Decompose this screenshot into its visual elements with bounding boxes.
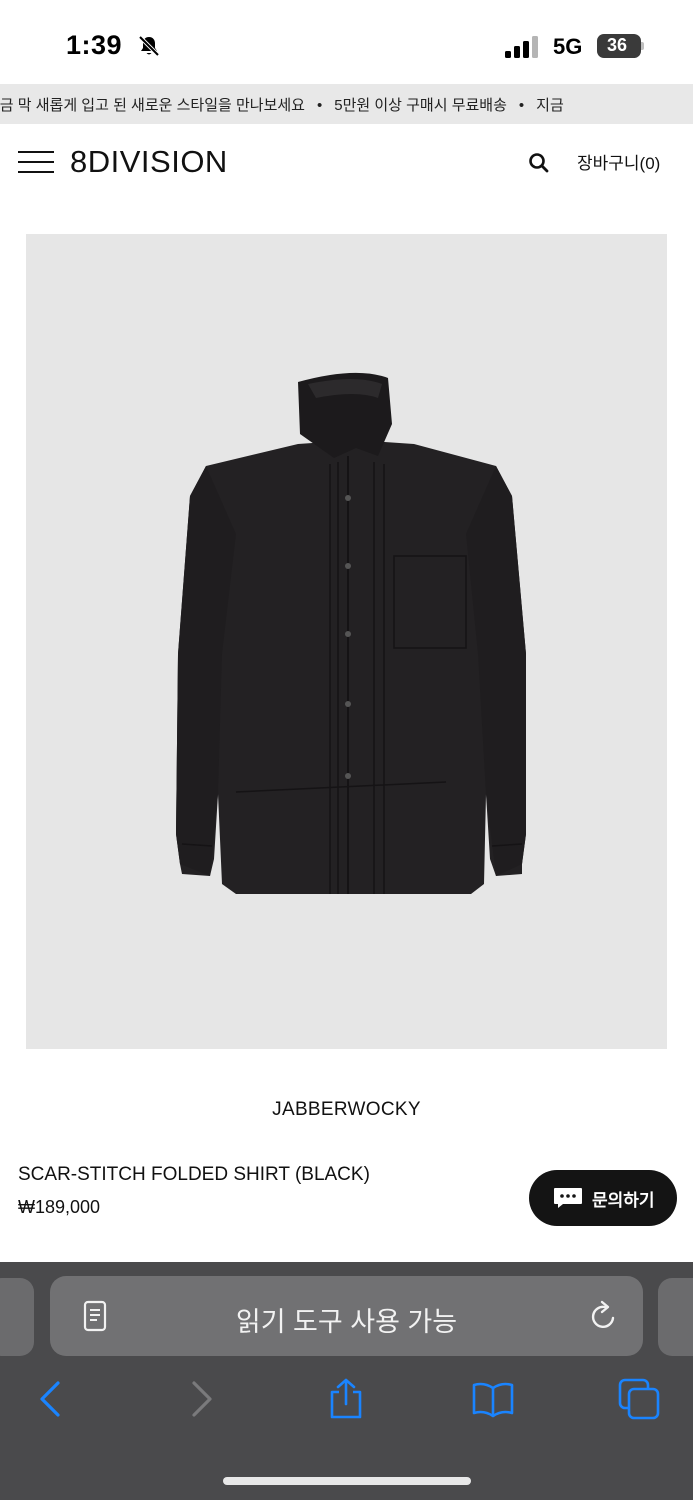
cart-link[interactable]: 장바구니(0) xyxy=(577,149,660,174)
share-icon[interactable] xyxy=(325,1378,367,1420)
next-tab-preview[interactable] xyxy=(658,1278,693,1356)
browser-toolbar: 읽기 도구 사용 가능 xyxy=(0,1262,693,1500)
marquee-track: 지금 막 새롭게 입고 된 새로운 스타일을 만나보세요 • 5만원 이상 구매시 … xyxy=(0,94,564,115)
site-header: 8DIVISION 장바구니(0) xyxy=(0,124,693,200)
inquiry-button[interactable]: 문의하기 xyxy=(529,1170,677,1226)
bell-slash-icon xyxy=(138,35,160,57)
home-indicator[interactable] xyxy=(223,1477,471,1485)
status-time: 1:39 xyxy=(66,30,123,60)
marquee-separator: • xyxy=(316,97,323,114)
chat-bubble-icon xyxy=(554,1188,582,1208)
forward-icon[interactable] xyxy=(180,1378,222,1420)
status-bar: 1:39 5G 36 xyxy=(0,0,693,84)
product-brand[interactable]: JABBERWOCKY xyxy=(0,1099,693,1121)
shirt-image xyxy=(176,372,526,894)
battery-level: 36 xyxy=(606,35,628,55)
bookmarks-icon[interactable] xyxy=(472,1378,514,1420)
marquee-item: 5만원 이상 구매시 무료배송 xyxy=(334,97,507,114)
tabs-icon[interactable] xyxy=(618,1378,660,1420)
inquiry-label: 문의하기 xyxy=(592,1191,655,1210)
search-icon[interactable] xyxy=(528,152,550,174)
site-logo[interactable]: 8DIVISION xyxy=(70,144,228,180)
reload-icon[interactable] xyxy=(589,1300,619,1332)
menu-icon[interactable] xyxy=(18,150,54,174)
battery-icon: 36 xyxy=(597,34,644,58)
product-name: SCAR-STITCH FOLDED SHIRT (BLACK) xyxy=(18,1164,370,1185)
previous-tab-preview[interactable] xyxy=(0,1278,34,1356)
battery-tip xyxy=(641,42,644,50)
address-bar[interactable]: 읽기 도구 사용 가능 xyxy=(50,1276,643,1356)
marquee-item: 지금 xyxy=(536,97,564,114)
marquee-item: 지금 막 새롭게 입고 된 새로운 스타일을 만나보세요 xyxy=(0,97,305,114)
product-price: ₩189,000 xyxy=(18,1197,101,1217)
product-image[interactable] xyxy=(26,234,667,1049)
marquee-separator: • xyxy=(518,97,525,114)
address-text: 읽기 도구 사용 가능 xyxy=(235,1307,458,1337)
promo-marquee[interactable]: 지금 막 새롭게 입고 된 새로운 스타일을 만나보세요 • 5만원 이상 구매시 … xyxy=(0,84,693,124)
signal-bars-icon xyxy=(505,36,538,58)
back-icon[interactable] xyxy=(30,1378,72,1420)
network-type: 5G xyxy=(553,34,583,59)
